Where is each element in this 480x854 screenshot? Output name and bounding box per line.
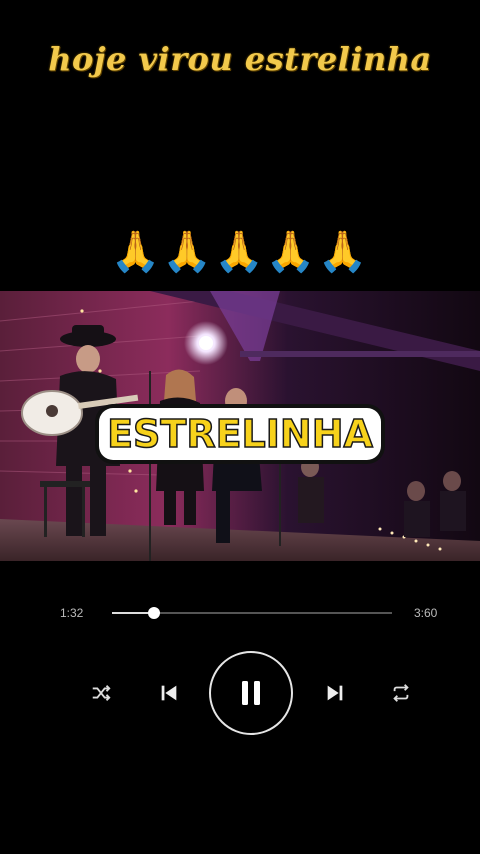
song-title-overlay: ESTRELINHA — [0, 408, 480, 460]
progress-track[interactable] — [112, 607, 392, 619]
repeat-button[interactable] — [388, 680, 414, 706]
pause-icon — [242, 681, 260, 705]
total-time: 3:60 — [414, 606, 438, 620]
shuffle-icon — [92, 685, 111, 701]
progress-thumb[interactable] — [148, 607, 160, 619]
skip-next-icon — [327, 685, 343, 701]
progress-bar[interactable]: 1:32 3:60 — [0, 602, 480, 626]
previous-track-button[interactable] — [156, 680, 182, 706]
skip-previous-icon — [161, 685, 177, 701]
playback-controls — [0, 650, 480, 736]
song-title-text: ESTRELINHA — [99, 408, 381, 460]
current-time: 1:32 — [60, 606, 84, 620]
shuffle-button[interactable] — [88, 680, 114, 706]
praying-hands-emojis: 🙏🙏🙏🙏🙏 — [110, 229, 370, 275]
repeat-icon — [393, 684, 409, 702]
caption-text: hoje virou estrelinha — [48, 40, 432, 78]
next-track-button[interactable] — [322, 680, 348, 706]
play-pause-button[interactable] — [209, 651, 293, 735]
